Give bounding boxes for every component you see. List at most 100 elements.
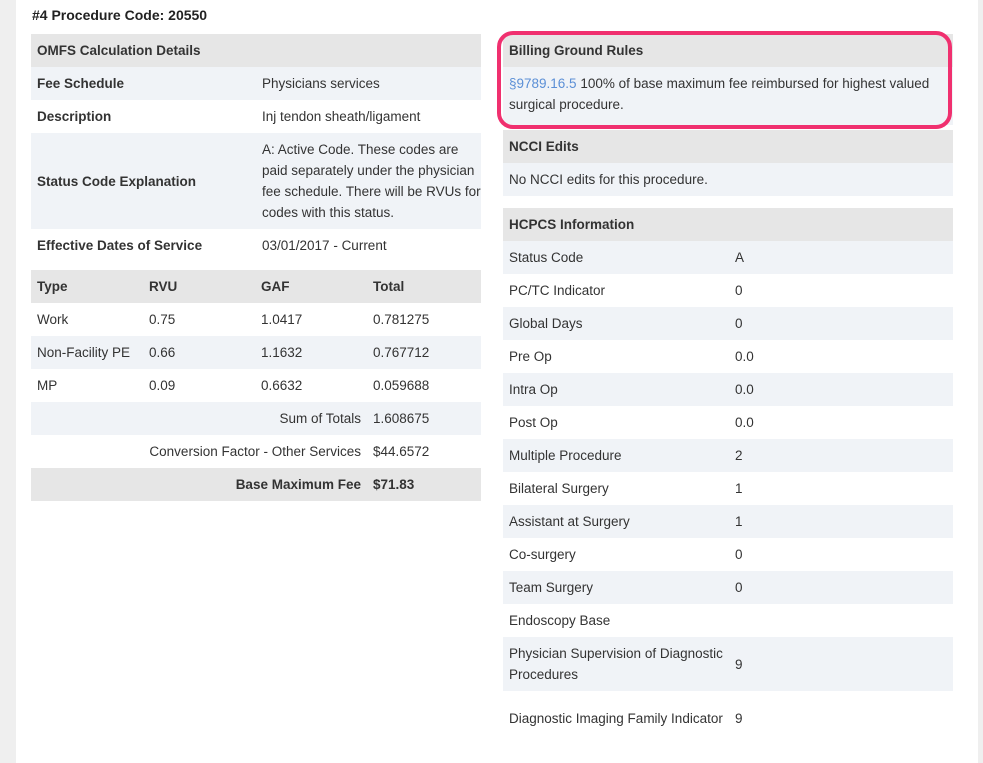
- co-surgery-label: Co-surgery: [509, 547, 576, 562]
- ncci-body-row: No NCCI edits for this procedure.: [503, 163, 953, 196]
- cell-total: 0.059688: [373, 378, 430, 393]
- table-row: Assistant at Surgery 1: [503, 505, 953, 538]
- table-row: Endoscopy Base: [503, 604, 953, 637]
- table-row: Diagnostic Imaging Family Indicator 9: [503, 691, 953, 745]
- sum-row: Sum of Totals 1.608675: [31, 402, 481, 435]
- hcpcs-header: HCPCS Information: [509, 217, 635, 232]
- effective-dates-value: 03/01/2017 - Current: [262, 238, 387, 253]
- billing-body-row: §9789.16.5 100% of base maximum fee reim…: [503, 67, 953, 125]
- table-row: Status Code A: [503, 241, 953, 274]
- cell-rvu: 0.66: [149, 345, 176, 360]
- cell-total: 0.767712: [373, 345, 430, 360]
- table-row: Global Days 0: [503, 307, 953, 340]
- effective-dates-label: Effective Dates of Service: [37, 238, 203, 253]
- diagnostic-imaging-family-value: 9: [735, 710, 743, 726]
- bilateral-surgery-label: Bilateral Surgery: [509, 481, 609, 496]
- billing-rule-link[interactable]: §9789.16.5: [509, 76, 577, 91]
- table-row: Work 0.75 1.0417 0.781275: [31, 303, 481, 336]
- status-code-label: Status Code: [509, 250, 584, 265]
- cell-type: Non-Facility PE: [37, 345, 131, 360]
- co-surgery-value: 0: [735, 547, 743, 562]
- table-row: Post Op 0.0: [503, 406, 953, 439]
- multiple-procedure-value: 2: [735, 448, 743, 463]
- cell-total: 0.781275: [373, 312, 430, 327]
- page-title: #4 Procedure Code: 20550: [32, 7, 208, 23]
- cell-type: MP: [37, 378, 58, 393]
- base-fee-row: Base Maximum Fee $71.83: [31, 468, 481, 501]
- multiple-procedure-label: Multiple Procedure: [509, 448, 622, 463]
- cell-rvu: 0.75: [149, 312, 176, 327]
- table-row: Multiple Procedure 2: [503, 439, 953, 472]
- table-row: MP 0.09 0.6632 0.059688: [31, 369, 481, 402]
- fee-schedule-value: Physicians services: [262, 76, 380, 91]
- table-row: Co-surgery 0: [503, 538, 953, 571]
- table-row: Effective Dates of Service 03/01/2017 - …: [31, 229, 481, 262]
- rvu-header-row: Type RVU GAF Total: [31, 270, 481, 303]
- rvu-table: Type RVU GAF Total Work 0.75 1.0417 0.78…: [31, 270, 481, 501]
- cell-type: Work: [37, 312, 69, 327]
- hcpcs-table: HCPCS Information Status Code A PC/TC In…: [503, 208, 953, 745]
- table-row: Physician Supervision of Diagnostic Proc…: [503, 637, 953, 691]
- fee-schedule-label: Fee Schedule: [37, 76, 125, 91]
- table-row: Status Code Explanation A: Active Code. …: [31, 133, 481, 229]
- physician-supervision-label: Physician Supervision of Diagnostic Proc…: [509, 646, 723, 682]
- omfs-header: OMFS Calculation Details: [37, 43, 201, 58]
- cell-gaf: 1.0417: [261, 312, 303, 327]
- bilateral-surgery-value: 1: [735, 481, 743, 496]
- col-header-gaf: GAF: [261, 279, 290, 294]
- col-header-total: Total: [373, 279, 405, 294]
- cell-rvu: 0.09: [149, 378, 176, 393]
- ncci-header-row: NCCI Edits: [503, 130, 953, 163]
- pre-op-value: 0.0: [735, 349, 754, 364]
- table-row: Intra Op 0.0: [503, 373, 953, 406]
- billing-ground-rules-table: Billing Ground Rules §9789.16.5 100% of …: [503, 34, 953, 125]
- status-code-value: A: [735, 250, 745, 265]
- conversion-factor-value: $44.6572: [373, 444, 430, 459]
- base-maximum-fee-value: $71.83: [373, 477, 415, 492]
- team-surgery-label: Team Surgery: [509, 580, 594, 595]
- hcpcs-header-row: HCPCS Information: [503, 208, 953, 241]
- sum-of-totals-value: 1.608675: [373, 411, 430, 426]
- cell-gaf: 0.6632: [261, 378, 303, 393]
- physician-supervision-value: 9: [735, 656, 743, 672]
- billing-header-row: Billing Ground Rules: [503, 34, 953, 67]
- pc-tc-indicator-label: PC/TC Indicator: [509, 283, 606, 298]
- description-label: Description: [37, 109, 112, 124]
- col-header-rvu: RVU: [149, 279, 178, 294]
- table-row: Bilateral Surgery 1: [503, 472, 953, 505]
- post-op-value: 0.0: [735, 415, 754, 430]
- ncci-text: No NCCI edits for this procedure.: [509, 172, 708, 187]
- ncci-header: NCCI Edits: [509, 139, 579, 154]
- assistant-at-surgery-value: 1: [735, 514, 743, 529]
- intra-op-label: Intra Op: [509, 382, 558, 397]
- status-code-explanation-value: A: Active Code. These codes are paid sep…: [262, 142, 481, 220]
- omfs-section: OMFS Calculation Details Fee Schedule Ph…: [31, 34, 481, 501]
- base-maximum-fee-label: Base Maximum Fee: [235, 477, 361, 492]
- billing-header: Billing Ground Rules: [509, 43, 644, 58]
- conversion-factor-label: Conversion Factor - Other Services: [149, 444, 361, 459]
- team-surgery-value: 0: [735, 580, 743, 595]
- status-code-explanation-label: Status Code Explanation: [37, 173, 197, 189]
- omfs-details-table: OMFS Calculation Details Fee Schedule Ph…: [31, 34, 481, 262]
- right-column: Billing Ground Rules §9789.16.5 100% of …: [503, 34, 953, 745]
- sum-of-totals-label: Sum of Totals: [279, 411, 361, 426]
- post-op-label: Post Op: [509, 415, 558, 430]
- table-row: Team Surgery 0: [503, 571, 953, 604]
- conversion-row: Conversion Factor - Other Services $44.6…: [31, 435, 481, 468]
- diagnostic-imaging-family-label: Diagnostic Imaging Family Indicator: [509, 710, 723, 726]
- billing-rule-text: §9789.16.5 100% of base maximum fee reim…: [503, 67, 953, 125]
- intra-op-value: 0.0: [735, 382, 754, 397]
- omfs-header-row: OMFS Calculation Details: [31, 34, 481, 67]
- table-row: Pre Op 0.0: [503, 340, 953, 373]
- table-row: Description Inj tendon sheath/ligament: [31, 100, 481, 133]
- endoscopy-base-label: Endoscopy Base: [509, 613, 611, 628]
- assistant-at-surgery-label: Assistant at Surgery: [509, 514, 630, 529]
- table-row: Non-Facility PE 0.66 1.1632 0.767712: [31, 336, 481, 369]
- col-header-type: Type: [37, 279, 68, 294]
- ncci-edits-table: NCCI Edits No NCCI edits for this proced…: [503, 130, 953, 196]
- pc-tc-indicator-value: 0: [735, 283, 743, 298]
- pre-op-label: Pre Op: [509, 349, 552, 364]
- description-value: Inj tendon sheath/ligament: [262, 109, 421, 124]
- global-days-label: Global Days: [509, 316, 583, 331]
- table-row: Fee Schedule Physicians services: [31, 67, 481, 100]
